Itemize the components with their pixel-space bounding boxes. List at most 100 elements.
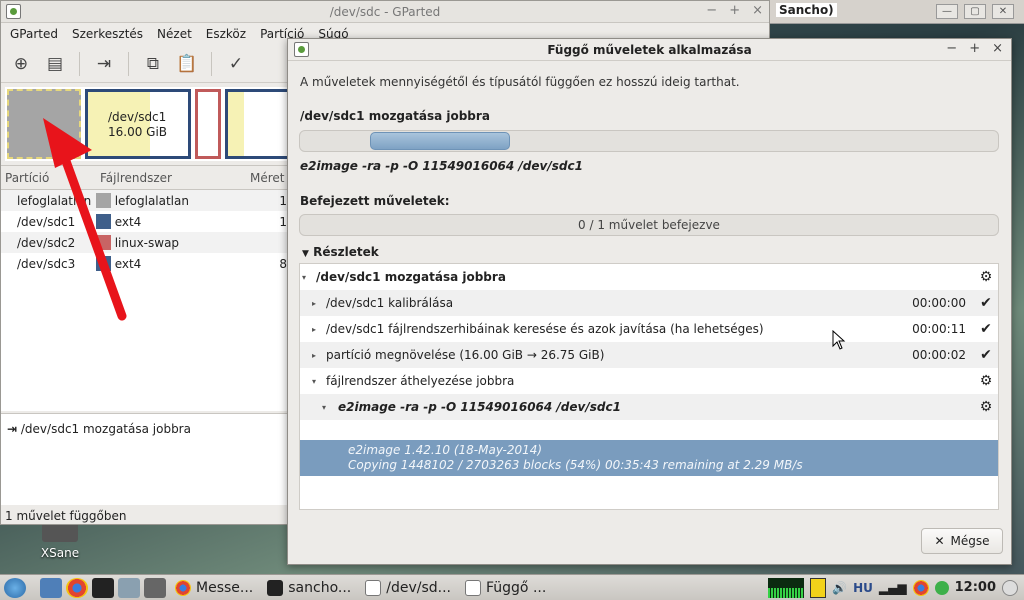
tree-row[interactable]: ▸ /dev/sdc1 kalibrálása 00:00:00 ✔ (300, 290, 998, 316)
calculator-icon[interactable] (144, 577, 166, 598)
cancel-button-label: Mégse (950, 534, 990, 548)
network-icon[interactable] (118, 577, 140, 598)
column-size[interactable]: Méret (246, 166, 287, 189)
menu-device[interactable]: Eszköz (199, 23, 253, 45)
delete-partition-button[interactable]: ▤ (41, 50, 69, 78)
dialog-titlebar[interactable]: Függő műveletek alkalmazása − + × (288, 39, 1011, 61)
partition-row[interactable]: /dev/sdc2 linux-swap (1, 232, 287, 253)
checkmark-icon: ✓ (228, 53, 244, 74)
system-tray: 🔊 HU ▂▄▆ 12:00 (768, 577, 1024, 598)
file-manager-icon[interactable] (40, 577, 62, 598)
signal-icon[interactable]: ▂▄▆ (879, 581, 907, 595)
desktop-icon-xsane[interactable]: XSane (30, 520, 90, 560)
maximize-icon[interactable]: ▢ (964, 4, 986, 19)
task-apply-dialog[interactable]: Függő ... (460, 577, 551, 599)
diskmap-unallocated[interactable] (7, 89, 81, 159)
task-label: /dev/sd... (386, 579, 451, 596)
partition-filesystem: lefoglalatlan (114, 193, 189, 208)
volume-icon[interactable]: 🔊 (832, 581, 847, 595)
terminal-icon (267, 579, 284, 596)
menu-edit[interactable]: Szerkesztés (65, 23, 150, 45)
task-terminal[interactable]: sancho... (262, 577, 356, 599)
gparted-titlebar[interactable]: /dev/sdc - GParted − + × (1, 1, 769, 23)
gear-icon: ⚙ (979, 399, 993, 415)
partition-row[interactable]: /dev/sdc3 ext4 8 (1, 253, 287, 274)
current-operation-label: /dev/sdc1 mozgatása jobbra (300, 109, 490, 123)
command-output-line: Copying 1448102 / 2703263 blocks (54%) 0… (348, 458, 803, 472)
terminal-icon[interactable] (92, 577, 114, 598)
maximize-icon[interactable]: + (729, 3, 740, 18)
maximize-icon[interactable]: + (969, 41, 980, 56)
tree-row[interactable]: ▾ /dev/sdc1 mozgatása jobbra ⚙ (300, 264, 998, 290)
start-menu-icon[interactable] (4, 577, 26, 598)
partition-row[interactable]: /dev/sdc1 ext4 1 (1, 211, 287, 232)
gear-icon: ⚙ (979, 269, 993, 285)
filesystem-color-swatch (95, 193, 111, 208)
partition-name: /dev/sdc2 (17, 235, 76, 250)
tree-row-label: e2image -ra -p -O 11549016064 /dev/sdc1 (338, 400, 621, 414)
minimize-icon[interactable]: — (936, 4, 958, 19)
completed-operations-progress: 0 / 1 művelet befejezve (299, 214, 999, 236)
chevron-right-icon[interactable]: ▸ (312, 299, 322, 308)
menu-view[interactable]: Nézet (150, 23, 199, 45)
tree-row[interactable]: ▾ e2image -ra -p -O 11549016064 /dev/sdc… (300, 394, 998, 420)
pending-operations-list: ⇥ /dev/sdc1 mozgatása jobbra (1, 413, 287, 505)
tree-row[interactable]: ▾ fájlrendszer áthelyezése jobbra ⚙ (300, 368, 998, 394)
tree-row-label: /dev/sdc1 kalibrálása (326, 296, 454, 310)
background-window[interactable]: Sancho) — ▢ ✕ (770, 0, 1024, 24)
minimize-icon[interactable]: − (946, 41, 957, 56)
clock[interactable]: 12:00 (955, 580, 996, 595)
menu-gparted[interactable]: GParted (3, 23, 65, 45)
close-icon[interactable]: × (752, 3, 763, 18)
diskmap-sdc2[interactable] (195, 89, 221, 159)
minimize-icon[interactable]: − (706, 3, 717, 18)
chevron-right-icon[interactable]: ▸ (312, 325, 322, 334)
checkmark-icon: ✔ (980, 321, 992, 337)
tree-row[interactable]: ▸ partíció megnövelése (16.00 GiB → 26.7… (300, 342, 998, 368)
tree-row-time: 00:00:00 (912, 296, 966, 310)
column-filesystem[interactable]: Fájlrendszer (96, 166, 246, 189)
gparted-app-icon (365, 579, 382, 596)
gparted-title: /dev/sdc - GParted (329, 5, 441, 19)
battery-icon[interactable] (810, 577, 827, 598)
network-monitor-icon[interactable] (768, 577, 805, 598)
resize-icon: ⇥ (96, 53, 112, 74)
diskmap-sdc1[interactable]: /dev/sdc1 16.00 GiB (85, 89, 191, 159)
details-expander[interactable]: ▼ Részletek (302, 245, 379, 259)
tree-row[interactable]: ▸ /dev/sdc1 fájlrendszerhibáinak keresés… (300, 316, 998, 342)
filesystem-color-swatch (95, 235, 111, 250)
close-icon[interactable]: ✕ (992, 4, 1014, 19)
new-partition-button[interactable]: ⊕ (7, 50, 35, 78)
disk-map: /dev/sdc1 16.00 GiB (5, 87, 295, 161)
copy-button[interactable]: ⧉ (139, 50, 167, 78)
pending-operation-item[interactable]: /dev/sdc1 mozgatása jobbra (21, 422, 191, 436)
toolbar-separator (128, 51, 129, 76)
cancel-button[interactable]: ✕ Mégse (921, 528, 1003, 554)
chevron-down-icon[interactable]: ▾ (302, 273, 312, 282)
partition-row[interactable]: lefoglalatlan lefoglalatlan 1 (1, 190, 287, 211)
apply-button[interactable]: ✓ (222, 50, 250, 78)
diskmap-sdc3[interactable] (225, 89, 295, 159)
partition-table: Partíció Fájlrendszer Méret lefoglalatla… (1, 165, 287, 411)
power-icon[interactable] (1002, 579, 1018, 596)
paste-button[interactable]: 📋 (173, 50, 201, 78)
task-gparted[interactable]: /dev/sd... (360, 577, 456, 599)
chevron-right-icon[interactable]: ▸ (312, 351, 322, 360)
filesystem-color-swatch (95, 256, 111, 271)
chrome-icon[interactable] (66, 577, 88, 598)
keyboard-layout[interactable]: HU (853, 581, 873, 595)
taskbar: Messe... sancho... /dev/sd... Függő ... … (0, 574, 1024, 600)
task-label: Függő ... (486, 579, 547, 596)
chevron-down-icon[interactable]: ▾ (312, 377, 322, 386)
chrome-icon[interactable] (912, 579, 929, 596)
chevron-down-icon[interactable]: ▾ (322, 403, 332, 412)
close-icon[interactable]: × (992, 41, 1003, 56)
column-partition[interactable]: Partíció (1, 166, 96, 189)
notification-icon[interactable] (934, 580, 949, 595)
partition-name: /dev/sdc1 (17, 214, 76, 229)
resize-move-button[interactable]: ⇥ (90, 50, 118, 78)
task-messenger[interactable]: Messe... (170, 577, 258, 599)
partition-fs-cell: linux-swap (95, 235, 275, 250)
gparted-app-icon (294, 42, 309, 57)
partition-size: 8 (279, 256, 287, 271)
